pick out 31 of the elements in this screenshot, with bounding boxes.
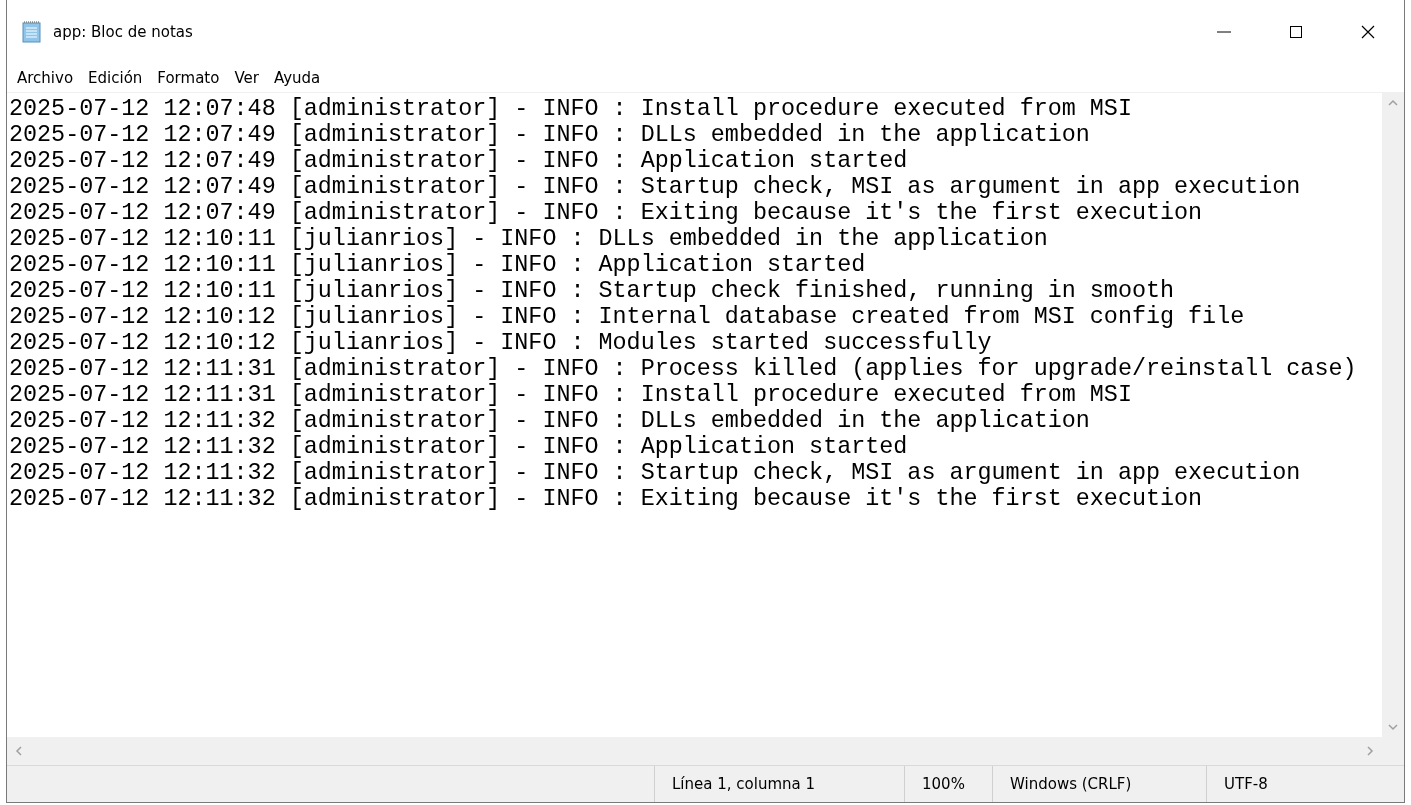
maximize-icon xyxy=(1288,24,1304,40)
log-line: 2025-07-12 12:07:49 [administrator] - INFO : Application started xyxy=(9,148,908,174)
menu-item[interactable]: Formato xyxy=(151,67,229,89)
log-line: 2025-07-12 12:10:11 [julianrios] - INFO : Application started xyxy=(9,252,866,278)
log-line: 2025-07-12 12:07:49 [administrator] - INFO : Exiting because it's the first execution xyxy=(9,200,1203,226)
log-line: 2025-07-12 12:11:32 [administrator] - INFO : Application started xyxy=(9,434,908,460)
log-line: 2025-07-12 12:10:12 [julianrios] - INFO : Modules started successfully xyxy=(9,330,992,356)
menu-item[interactable]: Edición xyxy=(82,67,152,89)
log-line: 2025-07-12 12:10:11 [julianrios] - INFO : Startup check finished, running in smooth xyxy=(9,278,1175,304)
status-text: Windows (CRLF) xyxy=(992,766,1206,802)
log-line: 2025-07-12 12:07:48 [administrator] - INFO : Install procedure executed from MSI xyxy=(9,96,1132,122)
status-text: 100% xyxy=(904,766,992,802)
menu-item[interactable]: Ayuda xyxy=(267,67,330,89)
status-text: UTF-8 xyxy=(1206,766,1382,802)
minimize-icon xyxy=(1217,31,1231,33)
window-title: app: Bloc de notas xyxy=(53,23,194,41)
close-icon xyxy=(1360,24,1376,40)
log-line: 2025-07-12 12:11:32 [administrator] - INFO : Startup check, MSI as argument in app execution xyxy=(9,460,1301,486)
menu-item[interactable]: Ver xyxy=(228,67,268,89)
log-line: 2025-07-12 12:11:32 [administrator] - INFO : DLLs embedded in the application xyxy=(9,408,1090,434)
log-line: 2025-07-12 12:11:32 [administrator] - INFO : Exiting because it's the first execution xyxy=(9,486,1203,512)
vertical-scrollbar[interactable] xyxy=(1382,93,1404,737)
status-text: Línea 1, columna 1 xyxy=(654,766,904,802)
menu-item[interactable]: Archivo xyxy=(11,67,83,89)
log-line: 2025-07-12 12:11:31 [administrator] - INFO : Process killed (applies for upgrade/reinstall case) xyxy=(9,356,1357,382)
log-line: 2025-07-12 12:10:11 [julianrios] - INFO : DLLs embedded in the application xyxy=(9,226,1048,252)
notepad-icon xyxy=(21,20,43,44)
log-line: 2025-07-12 12:11:31 [administrator] - INFO : Install procedure executed from MSI xyxy=(9,382,1132,408)
log-line: 2025-07-12 12:07:49 [administrator] - INFO : Startup check, MSI as argument in app execution xyxy=(9,174,1301,200)
log-line: 2025-07-12 12:07:49 [administrator] - INFO : DLLs embedded in the application xyxy=(9,122,1090,148)
log-line: 2025-07-12 12:10:12 [julianrios] - INFO : Internal database created from MSI config file xyxy=(9,304,1245,330)
